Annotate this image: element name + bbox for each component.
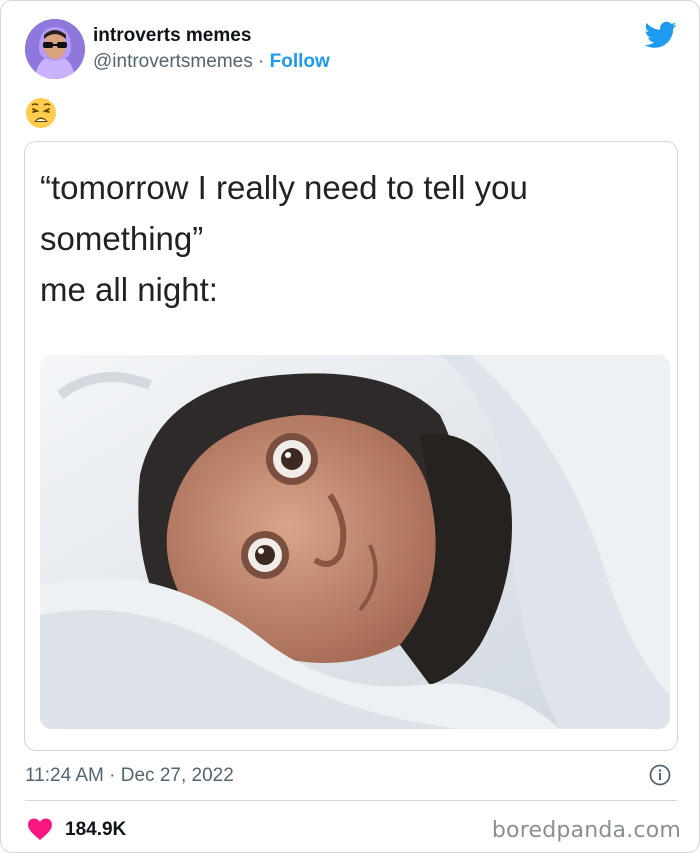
author-avatar[interactable] [25, 19, 85, 79]
follow-button[interactable]: Follow [270, 51, 330, 72]
like-count[interactable]: 184.9K [65, 819, 126, 841]
heart-icon[interactable] [27, 817, 53, 841]
author-handle[interactable]: @introvertsmemes [93, 51, 253, 72]
meme-caption-line: me all night: [40, 271, 218, 308]
author-meta: @introvertsmemes · Follow [93, 51, 330, 73]
watermark: boredpanda.com [491, 818, 681, 843]
avatar-image [25, 19, 85, 79]
meme-image-card[interactable]: “tomorrow I really need to tell you some… [24, 141, 678, 751]
man-awake-in-bed-photo [40, 355, 670, 729]
divider [25, 800, 677, 801]
tweet-card: introverts memes @introvertsmemes · Foll… [0, 0, 700, 853]
meme-caption: “tomorrow I really need to tell you some… [40, 162, 660, 315]
tweet-timestamp[interactable]: 11:24 AM · Dec 27, 2022 [25, 765, 234, 787]
meme-caption-line: something” [40, 220, 204, 257]
weary-face-emoji [25, 97, 57, 129]
author-name[interactable]: introverts memes [93, 25, 251, 47]
twitter-bird-icon[interactable] [644, 21, 677, 49]
meta-separator: · [258, 51, 265, 72]
info-icon[interactable] [649, 764, 671, 786]
meme-caption-line: “tomorrow I really need to tell you [40, 169, 528, 206]
